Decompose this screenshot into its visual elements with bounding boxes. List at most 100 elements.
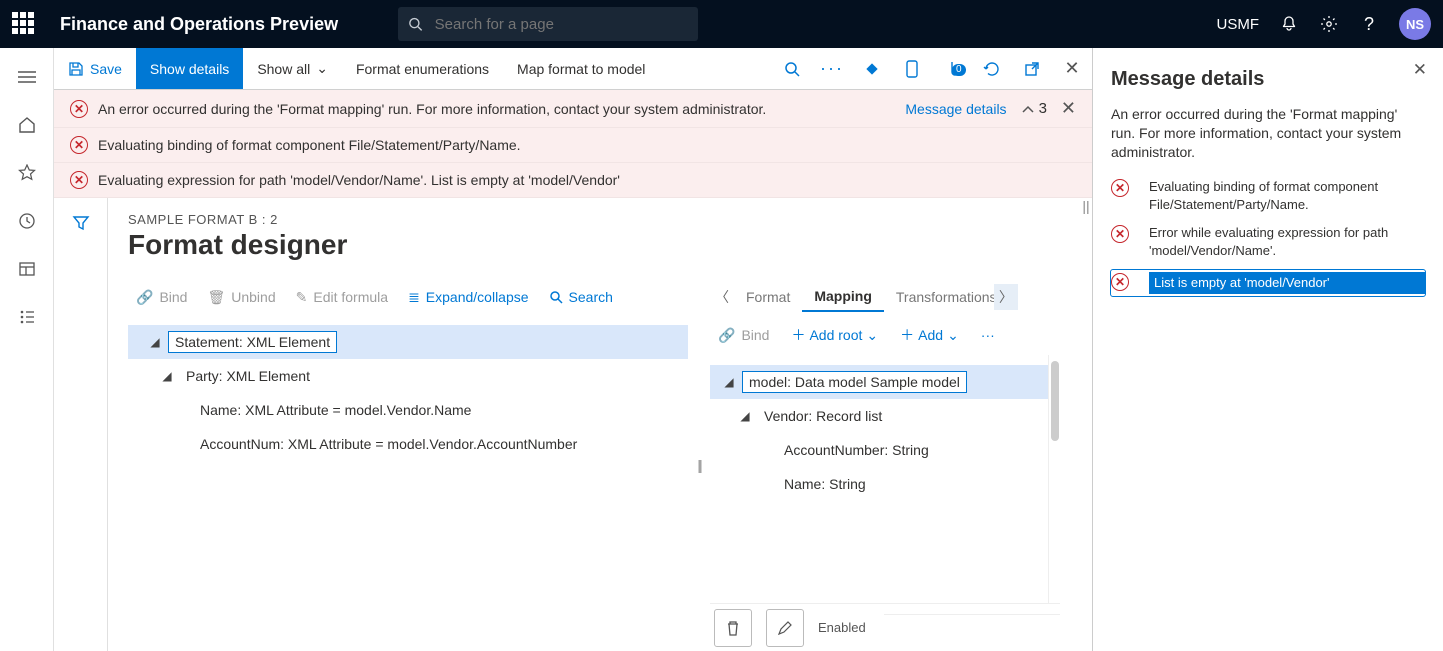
error-collapse[interactable]: 3 xyxy=(1021,100,1047,117)
error-row: ✕ Evaluating binding of format component… xyxy=(54,128,1092,163)
bind-button: 🔗Bind xyxy=(128,285,195,310)
error-icon: ✕ xyxy=(1111,179,1129,197)
chevron-down-icon: ⌄ xyxy=(316,60,328,77)
save-button[interactable]: Save xyxy=(54,48,136,89)
search-label: Search xyxy=(569,289,613,305)
edit-formula-button: ✎Edit formula xyxy=(288,285,396,310)
app-title: Finance and Operations Preview xyxy=(60,14,338,35)
search-box[interactable] xyxy=(398,7,698,41)
tab-format[interactable]: Format xyxy=(734,283,802,311)
enabled-label: Enabled xyxy=(818,620,866,635)
help-icon[interactable]: ? xyxy=(1359,14,1379,34)
bind-button: 🔗Bind xyxy=(710,323,777,348)
pencil-icon xyxy=(777,620,793,636)
tree-node[interactable]: ◢Party: XML Element xyxy=(128,359,688,393)
chevron-down-icon: ⌄ xyxy=(866,327,878,344)
attach-icon[interactable]: 0 xyxy=(932,60,972,78)
search-input[interactable] xyxy=(433,15,688,34)
tab-scroll-left[interactable]: 〈 xyxy=(710,284,734,310)
phone-icon[interactable] xyxy=(892,60,932,78)
show-details-button[interactable]: Show details xyxy=(136,48,243,89)
list-icon: ≣ xyxy=(408,289,420,306)
close-form-icon[interactable]: ✕ xyxy=(1052,58,1092,79)
bind-label: Bind xyxy=(159,289,187,305)
workspace-icon[interactable] xyxy=(16,258,38,280)
tree-node[interactable]: Name: String xyxy=(710,467,1048,501)
show-details-label: Show details xyxy=(150,61,229,77)
app-launcher-icon[interactable] xyxy=(12,12,36,36)
splitter[interactable] xyxy=(688,279,710,651)
tab-transformations[interactable]: Transformations xyxy=(884,283,994,311)
find-icon[interactable] xyxy=(772,61,812,77)
format-tree[interactable]: ◢Statement: XML Element ◢Party: XML Elem… xyxy=(128,325,688,461)
bell-icon[interactable] xyxy=(1279,14,1299,34)
node-label: AccountNumber: String xyxy=(778,440,935,460)
right-splitter[interactable]: || xyxy=(1080,198,1092,651)
error-row: ✕ An error occurred during the 'Format m… xyxy=(54,90,1092,128)
tab-mapping[interactable]: Mapping xyxy=(802,282,884,312)
company-code[interactable]: USMF xyxy=(1217,16,1260,33)
message-text: Error while evaluating expression for pa… xyxy=(1149,224,1425,260)
map-format-button[interactable]: Map format to model xyxy=(503,48,659,89)
error-icon: ✕ xyxy=(1111,273,1129,291)
filter-icon[interactable] xyxy=(72,214,90,651)
node-label: Name: XML Attribute = model.Vendor.Name xyxy=(194,400,477,420)
home-icon[interactable] xyxy=(16,114,38,136)
gear-icon[interactable] xyxy=(1319,14,1339,34)
caret-icon[interactable]: ◢ xyxy=(154,369,180,383)
enabled-field[interactable] xyxy=(884,614,1060,642)
page-title: Format designer xyxy=(128,229,1060,261)
overflow-icon[interactable]: ··· xyxy=(812,58,852,79)
search-button[interactable]: Search xyxy=(541,285,621,309)
overflow-icon[interactable]: ··· xyxy=(973,323,1003,347)
tree-node[interactable]: ◢Vendor: Record list xyxy=(710,399,1048,433)
caret-icon[interactable]: ◢ xyxy=(732,409,758,423)
map-format-label: Map format to model xyxy=(517,61,645,77)
add-root-button[interactable]: ＋Add root⌄ xyxy=(783,321,886,349)
diamond-icon[interactable] xyxy=(852,60,892,78)
tree-node[interactable]: Name: XML Attribute = model.Vendor.Name xyxy=(128,393,688,427)
star-icon[interactable] xyxy=(16,162,38,184)
show-all-button[interactable]: Show all ⌄ xyxy=(243,48,342,89)
search-icon xyxy=(408,16,423,32)
clock-icon[interactable] xyxy=(16,210,38,232)
format-enumerations-button[interactable]: Format enumerations xyxy=(342,48,503,89)
message-text: List is empty at 'model/Vendor' xyxy=(1149,272,1425,294)
attach-count: 0 xyxy=(952,64,966,76)
node-label: Name: String xyxy=(778,474,872,494)
message-item[interactable]: ✕ Error while evaluating expression for … xyxy=(1111,224,1425,260)
avatar[interactable]: NS xyxy=(1399,8,1431,40)
delete-button[interactable] xyxy=(714,609,752,647)
modules-icon[interactable] xyxy=(16,306,38,328)
close-icon[interactable]: ✕ xyxy=(1413,60,1427,80)
scrollbar[interactable] xyxy=(1048,355,1060,603)
error-banner: ✕ An error occurred during the 'Format m… xyxy=(54,90,1092,198)
tab-scroll-right[interactable]: 〉 xyxy=(994,284,1018,310)
message-item[interactable]: ✕ List is empty at 'model/Vendor' xyxy=(1111,270,1425,296)
close-icon[interactable]: ✕ xyxy=(1061,98,1076,119)
tree-node[interactable]: ◢Statement: XML Element xyxy=(128,325,688,359)
mapping-tree[interactable]: ◢model: Data model Sample model ◢Vendor:… xyxy=(710,365,1048,603)
message-item[interactable]: ✕ Evaluating binding of format component… xyxy=(1111,178,1425,214)
add-button[interactable]: ＋Add⌄ xyxy=(892,321,967,349)
message-details-panel: ✕ Message details An error occurred duri… xyxy=(1093,48,1443,651)
trash-icon xyxy=(725,619,741,637)
edit-button[interactable] xyxy=(766,609,804,647)
error-text: Evaluating binding of format component F… xyxy=(98,137,521,153)
save-label: Save xyxy=(90,61,122,77)
tree-node[interactable]: AccountNum: XML Attribute = model.Vendor… xyxy=(128,427,688,461)
message-details-link[interactable]: Message details xyxy=(905,101,1006,117)
error-count: 3 xyxy=(1039,100,1047,117)
caret-icon[interactable]: ◢ xyxy=(716,375,742,389)
tree-node[interactable]: ◢model: Data model Sample model xyxy=(710,365,1048,399)
error-text: An error occurred during the 'Format map… xyxy=(98,101,766,117)
panel-description: An error occurred during the 'Format map… xyxy=(1111,105,1425,162)
error-row: ✕ Evaluating expression for path 'model/… xyxy=(54,163,1092,198)
expand-collapse-button[interactable]: ≣Expand/collapse xyxy=(400,285,536,310)
caret-icon[interactable]: ◢ xyxy=(142,335,168,349)
popout-icon[interactable] xyxy=(1012,61,1052,77)
tree-node[interactable]: AccountNumber: String xyxy=(710,433,1048,467)
hamburger-icon[interactable] xyxy=(16,66,38,88)
left-rail xyxy=(0,48,54,651)
refresh-icon[interactable] xyxy=(972,60,1012,78)
